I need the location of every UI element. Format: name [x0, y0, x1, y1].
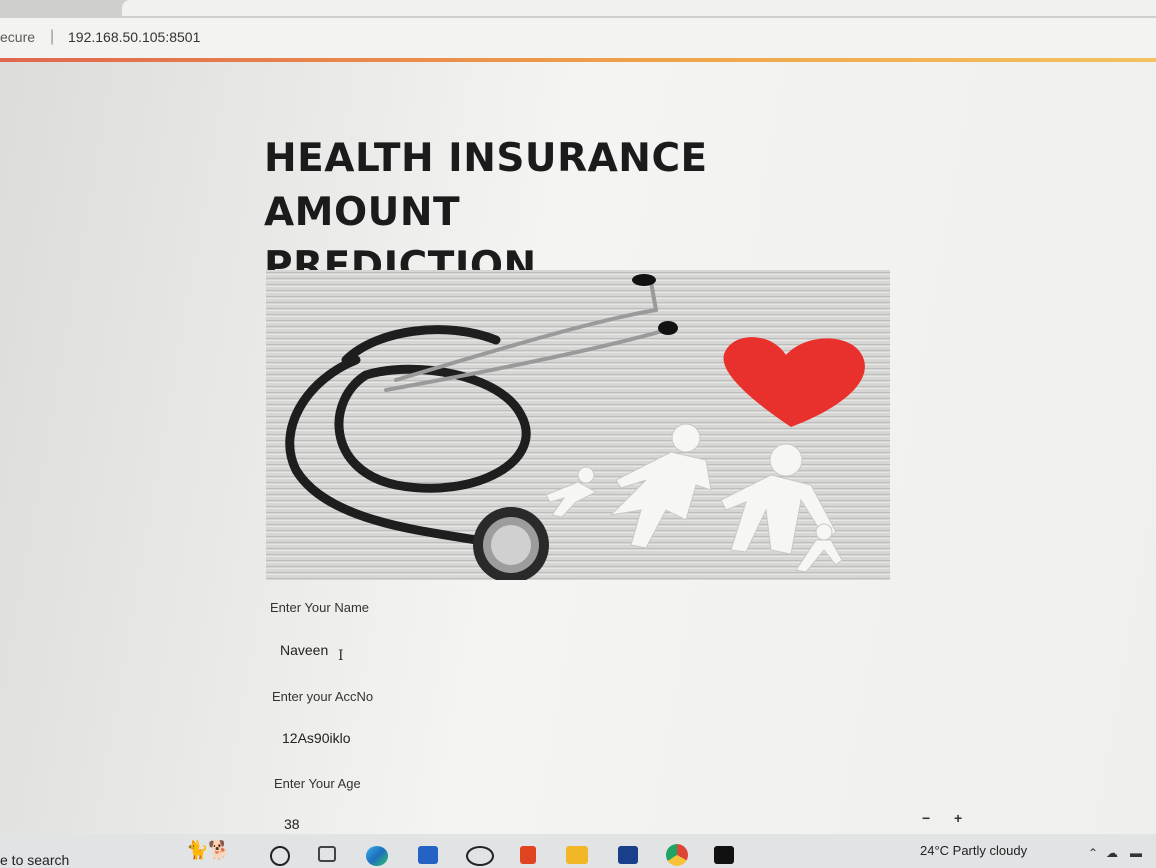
edge-icon[interactable] [366, 846, 388, 866]
age-increment-button[interactable]: + [954, 810, 962, 826]
weather-widget[interactable]: 24°C Partly cloudy [920, 843, 1027, 858]
address-bar[interactable]: ecure | 192.168.50.105:8501 [0, 18, 1156, 58]
browser-tab[interactable] [122, 0, 1156, 16]
page-title-line-1: HEALTH INSURANCE AMOUNT [264, 136, 708, 235]
windows-taskbar: e to search 🐈🐕 24°C Partly cloudy ⌃ ☁ ▬ [0, 834, 1156, 868]
dell-icon[interactable] [466, 846, 494, 866]
name-label: Enter Your Name [270, 600, 370, 615]
chrome-icon[interactable] [666, 844, 688, 866]
accno-input-value: 12As90iklo [282, 730, 351, 746]
security-indicator[interactable]: ecure [0, 29, 35, 45]
age-label: Enter Your Age [274, 776, 361, 791]
file-explorer-icon[interactable] [566, 846, 588, 864]
age-input-value: 38 [284, 816, 300, 832]
text-cursor-icon: I [338, 648, 344, 664]
age-decrement-button[interactable]: − [922, 810, 930, 826]
app-page: HEALTH INSURANCE AMOUNT PREDICTION Enter… [0, 62, 1156, 834]
name-input[interactable]: Naveen [270, 634, 870, 666]
accno-label: Enter your AccNo [272, 689, 374, 704]
pycharm-icon[interactable] [714, 846, 734, 864]
address-separator: | [50, 28, 55, 45]
taskbar-mascot-icon: 🐈🐕 [186, 840, 231, 860]
tray-chevron-icon[interactable]: ⌃ [1088, 846, 1098, 860]
taskbar-search-box[interactable]: e to search [0, 852, 69, 868]
battery-icon[interactable]: ▬ [1130, 846, 1142, 860]
accno-input[interactable]: 12As90iklo [272, 722, 872, 754]
store-icon[interactable] [418, 846, 438, 864]
task-view-icon[interactable] [318, 846, 336, 862]
hero-image-stethoscope-heart-family [266, 270, 890, 580]
office-icon[interactable] [520, 846, 536, 864]
vscode-icon[interactable] [618, 846, 638, 864]
browser-tab-strip [0, 0, 1156, 18]
onedrive-icon[interactable]: ☁ [1106, 846, 1118, 860]
search-circle-icon[interactable] [270, 846, 290, 866]
url-text[interactable]: 192.168.50.105:8501 [68, 29, 200, 45]
name-input-value: Naveen [280, 642, 329, 658]
